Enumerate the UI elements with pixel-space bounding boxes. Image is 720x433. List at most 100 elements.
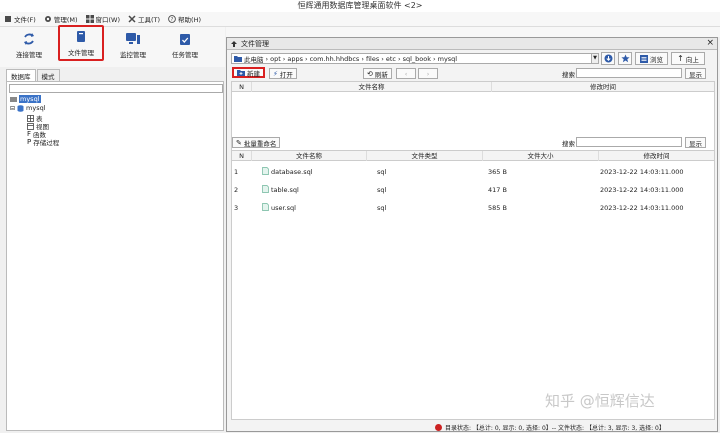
file-name: database.sql <box>271 168 313 176</box>
column-header[interactable]: 文件大小 <box>483 151 599 161</box>
lightning-icon: ⚡ <box>273 69 278 78</box>
list-icon <box>640 54 648 63</box>
open-button[interactable]: ⚡ 打开 <box>269 68 297 79</box>
path-segment[interactable]: 此电脑 <box>244 54 264 64</box>
file-type: sql <box>377 186 387 194</box>
menu-help[interactable]: ? 帮助(H) <box>168 14 201 24</box>
calendar-check-icon <box>180 34 190 45</box>
menu-file[interactable]: 文件(F) <box>4 14 36 24</box>
database-tree-panel: mysql ⊟ mysql 表 视图 F 函数 P 存储过程 <box>6 81 224 431</box>
file-manage-icon <box>77 31 85 42</box>
favorite-button[interactable] <box>618 52 632 65</box>
forward-button[interactable]: › <box>418 68 438 79</box>
show-button[interactable]: 显示 <box>685 68 706 79</box>
sql-file-icon <box>262 185 269 193</box>
menu-bar: 文件(F) 管理(M) 窗口(W) 工具(T) ? 帮助(H) <box>0 12 720 27</box>
path-segment[interactable]: sql_book <box>403 55 431 63</box>
file-manager-titlebar: 文件管理 <box>227 38 717 50</box>
search-label: 搜索 <box>562 71 575 79</box>
new-button[interactable]: 新建 <box>232 67 265 78</box>
path-segment[interactable]: opt <box>270 55 281 63</box>
procedure-icon: P <box>27 138 32 146</box>
connect-manage-button[interactable]: 连接管理 <box>6 29 52 65</box>
help-icon: ? <box>168 15 176 23</box>
file-name: table.sql <box>271 186 299 194</box>
column-header[interactable]: N <box>232 151 252 161</box>
back-button[interactable]: ‹ <box>396 68 416 79</box>
search-label-2: 搜索 <box>562 140 575 148</box>
batch-rename-button[interactable]: ✎ 批量重命名 <box>232 137 281 148</box>
file-name: user.sql <box>271 204 296 212</box>
path-dropdown-button[interactable]: ▼ <box>591 53 599 64</box>
new-folder-icon <box>237 70 245 76</box>
tab-schema[interactable]: 模式 <box>36 69 60 81</box>
file-icon <box>5 16 11 22</box>
file-type: sql <box>377 168 387 176</box>
column-header[interactable]: 文件名称 <box>252 151 367 161</box>
status-text: 目录状态: 【总计: 0, 显示: 0, 选择: 0】-- 文件状态: 【总计:… <box>445 424 665 432</box>
sql-file-icon <box>262 203 269 211</box>
path-segment[interactable]: com.hh.hhdbcs <box>310 55 360 63</box>
star-icon <box>620 54 630 63</box>
file-size: 417 B <box>488 186 507 194</box>
file-manager-window: 文件管理 × 此电脑 › opt › apps › com.hh.hhdbcs › fi… <box>226 37 718 432</box>
chevron-right-icon: › <box>426 69 430 78</box>
column-header[interactable]: 文件名称 <box>252 82 492 92</box>
chevron-left-icon: ‹ <box>404 69 408 78</box>
server-icon <box>10 96 17 102</box>
file-size: 365 B <box>488 168 507 176</box>
upload-icon <box>231 40 237 47</box>
browse-button[interactable]: 浏览 <box>635 52 668 65</box>
file-type: sql <box>377 204 387 212</box>
directory-grid-header: N 文件名称 修改时间 <box>232 82 714 92</box>
column-header[interactable]: 修改时间 <box>492 82 714 92</box>
tree-schema-mysql[interactable]: ⊟ mysql <box>10 104 46 112</box>
file-size: 585 B <box>488 204 507 212</box>
monitor-manage-button[interactable]: 监控管理 <box>110 29 156 65</box>
download-button[interactable] <box>601 52 615 65</box>
modified-time: 2023-12-22 14:03:11.000 <box>600 186 684 194</box>
path-segment[interactable]: etc <box>386 55 396 63</box>
path-segment[interactable]: apps <box>287 55 303 63</box>
folder-icon <box>234 56 242 62</box>
menu-window[interactable]: 窗口(W) <box>85 14 120 24</box>
menu-tools[interactable]: 工具(T) <box>128 14 160 24</box>
modified-time: 2023-12-22 14:03:11.000 <box>600 168 684 176</box>
status-dot-icon <box>435 423 442 431</box>
refresh-arrows-icon <box>24 33 34 45</box>
close-icon[interactable]: × <box>706 38 714 49</box>
search-input-2[interactable] <box>576 137 682 147</box>
task-manage-button[interactable]: 任务管理 <box>162 29 208 65</box>
tab-database[interactable]: 数据库 <box>6 69 36 81</box>
path-breadcrumb[interactable]: 此电脑 › opt › apps › com.hh.hhdbcs › files › et… <box>231 53 593 64</box>
modified-time: 2023-12-22 14:03:11.000 <box>600 204 684 212</box>
status-bar: 目录状态: 【总计: 0, 显示: 0, 选择: 0】-- 文件状态: 【总计:… <box>435 422 719 432</box>
arrow-up-icon: ↑ <box>677 54 684 63</box>
collapse-icon[interactable]: ⊟ <box>10 105 15 112</box>
up-button[interactable]: ↑ 向上 <box>671 52 705 65</box>
column-header[interactable]: 文件类型 <box>367 151 483 161</box>
column-header[interactable]: 修改时间 <box>599 151 714 161</box>
row-number: 1 <box>234 168 239 176</box>
tree-root-mysql[interactable]: mysql <box>10 95 41 103</box>
background-strip <box>226 27 720 37</box>
file-grid-header: N 文件名称 文件类型 文件大小 修改时间 <box>232 151 714 161</box>
windows-icon <box>85 15 94 23</box>
search-input[interactable] <box>576 68 682 78</box>
tools-icon <box>128 15 136 23</box>
main-toolbar: 连接管理 文件管理 监控管理 任务管理 <box>0 25 225 67</box>
pencil-icon: ✎ <box>236 138 242 147</box>
file-manage-button[interactable]: 文件管理 <box>58 25 104 61</box>
show-button-2[interactable]: 显示 <box>685 137 706 148</box>
refresh-button[interactable]: ⟲ 刷新 <box>363 68 392 79</box>
refresh-icon: ⟲ <box>367 69 373 78</box>
tree-filter-combo[interactable] <box>9 84 223 93</box>
watermark-text: 知乎 @恒辉信达 <box>545 392 655 410</box>
path-segment[interactable]: files <box>366 55 379 63</box>
row-number: 2 <box>234 186 239 194</box>
tree-item-procedures[interactable]: P 存储过程 <box>27 137 59 147</box>
path-segment[interactable]: mysql <box>438 55 458 63</box>
menu-manage[interactable]: 管理(M) <box>44 14 78 24</box>
column-header[interactable]: N <box>232 82 252 92</box>
window-title: 恒辉通用数据库管理桌面软件 <2> <box>0 0 720 12</box>
